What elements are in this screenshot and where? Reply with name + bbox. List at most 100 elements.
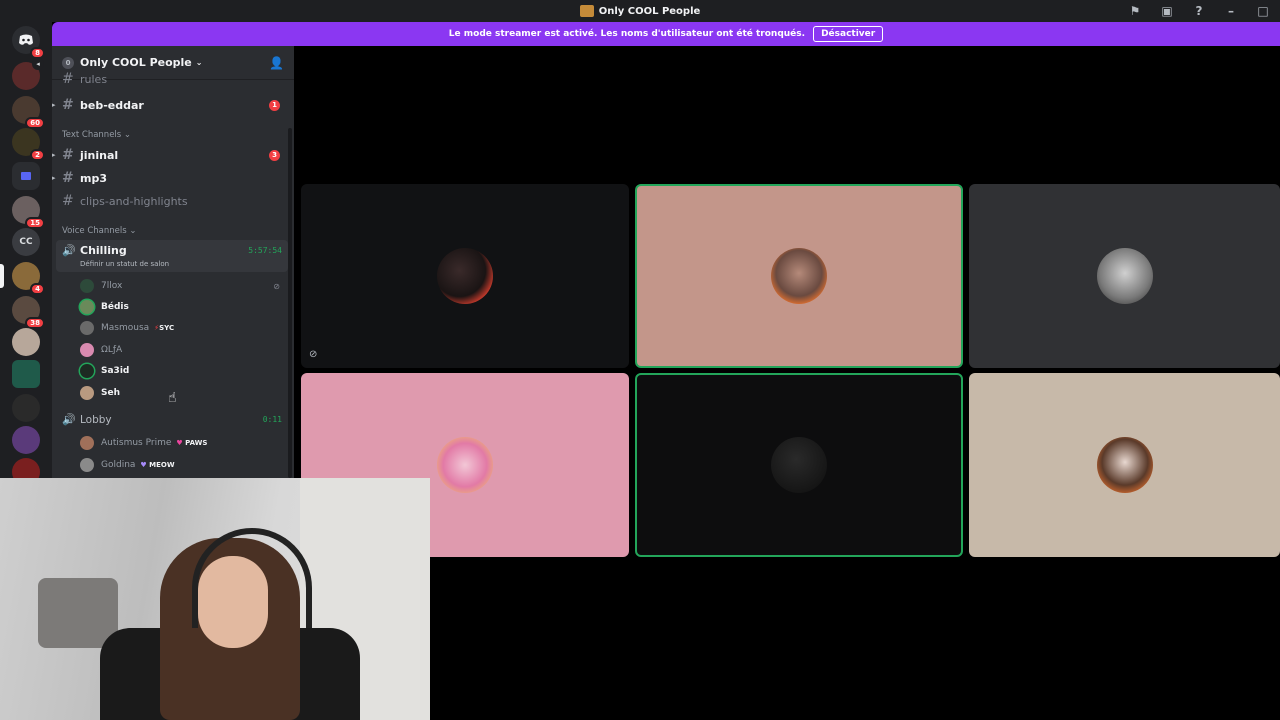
video-tile[interactable] (969, 373, 1280, 557)
title-bar: Only COOL People ⚑ ▣ ? – □ (0, 0, 1280, 22)
voice-user[interactable]: Sa3id (80, 361, 286, 381)
maximize-icon[interactable]: □ (1254, 2, 1272, 20)
avatar (80, 279, 94, 293)
speaker-icon: 🔊 (62, 413, 76, 426)
avatar (80, 321, 94, 335)
chevron-down-icon: ⌄ (195, 58, 203, 67)
server-icon[interactable]: 60 (12, 96, 45, 129)
avatar (80, 436, 94, 450)
invite-people-icon[interactable]: 👤 (269, 56, 284, 70)
server-icon[interactable]: ◂ (12, 58, 44, 90)
hash-icon: # (62, 97, 74, 113)
voice-user[interactable]: Goldina ♥ MEOW (80, 455, 286, 475)
server-boost-icon: 0 (62, 56, 74, 69)
voice-channel-chilling[interactable]: 🔊 Chilling Définir un statut de salon 5:… (56, 240, 288, 272)
avatar (80, 300, 94, 314)
channel-name: rules (80, 72, 108, 86)
help-icon[interactable]: ? (1190, 2, 1208, 20)
voice-channel-name: Lobby (80, 414, 112, 426)
server-initials: CC (19, 237, 33, 247)
title-bar-controls: ⚑ ▣ ? – □ (1126, 0, 1280, 22)
disable-streamer-button[interactable]: Désactiver (813, 26, 884, 42)
hash-icon: # (62, 147, 74, 163)
server-icon[interactable]: 38 (12, 296, 45, 329)
set-channel-status[interactable]: Définir un statut de salon (80, 260, 169, 268)
clan-tag-label: SYC (159, 324, 175, 332)
avatar (437, 437, 493, 493)
avatar (437, 248, 493, 304)
mic-muted-icon: ⊘ (273, 281, 280, 291)
video-tile-speaking[interactable] (635, 184, 963, 368)
user-name: 7llox (101, 281, 123, 291)
avatar (771, 248, 827, 304)
category-label: Voice Channels (62, 226, 127, 236)
server-name: Only COOL People (80, 56, 192, 69)
sidebar-scrollbar[interactable] (288, 128, 292, 478)
voice-timer: 5:57:54 (248, 246, 282, 255)
clan-tag-label: PAWS (185, 439, 208, 447)
discord-home-icon[interactable]: 8 (12, 26, 45, 59)
server-folder-icon[interactable] (12, 162, 40, 190)
channel-sidebar: 0 Only COOL People ⌄ 👤 # rules ▸ # beb-e… (52, 46, 294, 480)
caret-icon: ▸ (52, 151, 56, 159)
screen-icon[interactable]: ▣ (1158, 2, 1176, 20)
clan-tag-label: MEOW (149, 461, 175, 469)
video-tile-speaking[interactable] (635, 373, 963, 557)
avatar (80, 343, 94, 357)
clan-tag: ⚡SYC (154, 324, 174, 332)
voice-user[interactable]: Seh (80, 383, 286, 403)
user-name: Sa3id (101, 366, 130, 376)
minimize-icon[interactable]: – (1222, 2, 1240, 20)
server-icon (579, 5, 594, 17)
user-name: Bédis (101, 302, 129, 312)
avatar (771, 437, 827, 493)
channel-beb-eddar[interactable]: ▸ # beb-eddar 1 (52, 94, 288, 116)
voice-user[interactable]: Masmousa ⚡SYC (80, 318, 286, 338)
avatar (80, 458, 94, 472)
voice-user[interactable]: ΩLƒA (80, 340, 286, 360)
voice-user[interactable]: 7llox ⊘ (80, 276, 286, 296)
server-icon[interactable] (12, 328, 40, 356)
channel-name: clips-and-highlights (80, 194, 188, 208)
channel-name: jininal (80, 148, 119, 162)
server-icon[interactable] (12, 426, 40, 454)
user-name: Autismus Prime (101, 438, 172, 448)
user-name: Goldina (101, 460, 136, 470)
server-icon-selected[interactable]: 4 (12, 262, 45, 295)
inbox-flag-icon[interactable]: ⚑ (1126, 2, 1144, 20)
category-voice-channels[interactable]: Voice Channels ⌄ (62, 226, 136, 236)
caret-icon: ▸ (52, 101, 56, 109)
webcam-chair (38, 578, 118, 648)
server-icon-cc[interactable]: CC (12, 228, 40, 256)
caret-icon: ▸ (52, 174, 56, 182)
webcam-overlay (0, 478, 430, 720)
channel-rules[interactable]: # rules (56, 71, 288, 87)
heart-icon: ♥ (176, 439, 183, 447)
banner-text: Le mode streamer est activé. Les noms d'… (448, 29, 806, 39)
avatar (1096, 437, 1153, 493)
video-tile[interactable]: ⊘ (301, 184, 629, 368)
server-icon[interactable] (12, 360, 40, 388)
voice-channel-name: Chilling (80, 244, 127, 257)
server-icon[interactable] (12, 394, 40, 422)
selected-server-pill (0, 264, 4, 288)
channel-mp3[interactable]: ▸ # mp3 (52, 167, 288, 189)
mention-badge: 1 (269, 99, 280, 111)
hash-icon: # (62, 71, 74, 87)
hand-cursor-icon: ☝ (168, 390, 177, 406)
speaker-icon: ◂ (32, 58, 44, 70)
streamer-mode-banner: Le mode streamer est activé. Les noms d'… (52, 22, 1280, 46)
avatar (1096, 248, 1153, 304)
clan-tag: ♥ MEOW (140, 461, 174, 469)
user-name: Seh (101, 388, 120, 398)
video-tile[interactable] (969, 184, 1280, 368)
hash-icon: # (62, 193, 74, 209)
voice-channel-lobby[interactable]: 🔊 Lobby 0:11 (56, 410, 288, 430)
voice-user[interactable]: Autismus Prime ♥ PAWS (80, 433, 286, 453)
category-text-channels[interactable]: Text Channels ⌄ (62, 130, 131, 140)
channel-jininal[interactable]: ▸ # jininal 3 (52, 144, 288, 166)
channel-clips-and-highlights[interactable]: # clips-and-highlights (56, 190, 288, 212)
server-icon[interactable]: 2 (12, 128, 45, 161)
server-icon[interactable]: 15 (12, 196, 45, 229)
voice-user[interactable]: Bédis (80, 297, 286, 317)
